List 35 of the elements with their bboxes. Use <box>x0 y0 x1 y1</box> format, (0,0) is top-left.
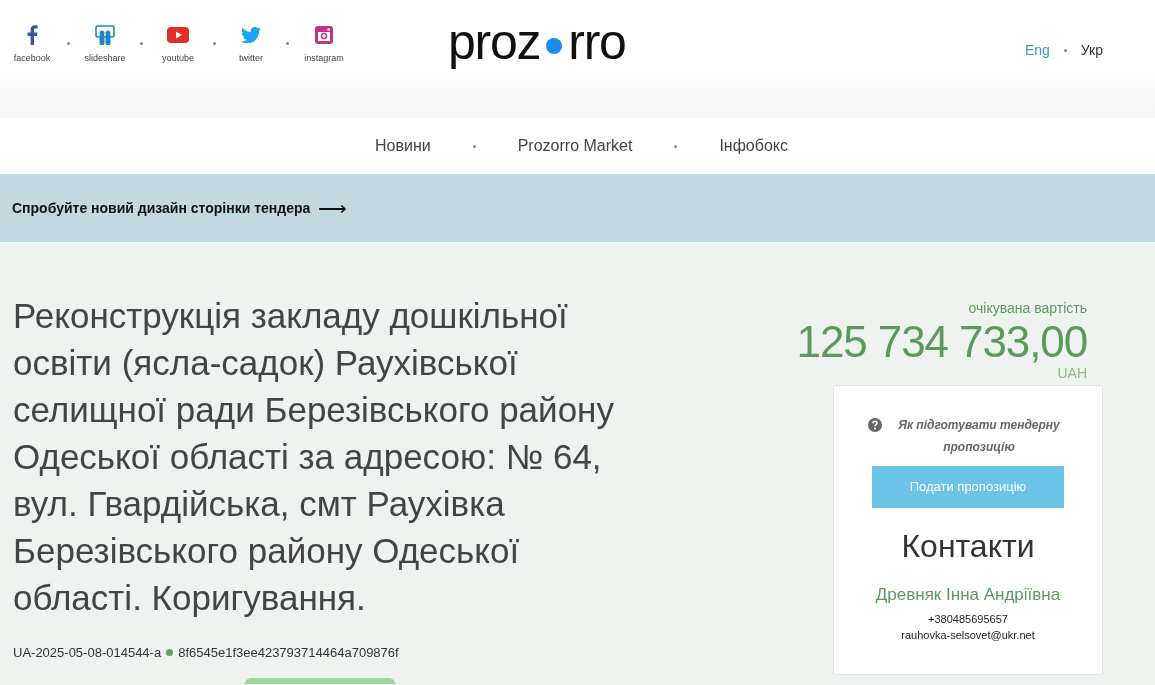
contact-name: Древняк Інна Андріївна <box>875 584 1061 606</box>
social-link[interactable]: twitter <box>225 24 277 66</box>
social-link[interactable]: instagram <box>298 24 350 66</box>
help-icon <box>868 418 882 432</box>
tender-title: Реконструкція закладу дошкільної освіти (ясла-садок) Раухівської селищної ради Березівського району Одеської області за адресою: № 64, вул. Гвардійська, смт Раухівка Березівського району Одеської області. Коригування. <box>13 295 615 619</box>
youtube-icon <box>167 27 189 43</box>
social-link[interactable]: slideshare <box>79 24 131 66</box>
contacts-heading: Контакти <box>901 527 1035 566</box>
social-link[interactable]: youtube <box>152 24 204 66</box>
nav-link[interactable]: Інфобокс <box>717 134 790 158</box>
tender-id: UA-2025-05-08-014544-a <box>13 644 162 662</box>
social-label: instagram <box>304 52 344 65</box>
instagram-icon <box>315 26 333 44</box>
contact-phone: +380485695657 <box>928 611 1008 627</box>
contact-email: rauhovka-selsovet@ukr.net <box>901 628 1035 643</box>
help-text: Як підготувати тендерну пропозицію <box>897 417 1061 456</box>
banner-link[interactable]: Спробуйте новий дизайн сторінки тендера ⟶ <box>12 193 348 223</box>
nav-link[interactable]: Prozorro Market <box>515 134 635 158</box>
twitter-icon <box>241 27 261 43</box>
social-label: facebook <box>13 52 51 65</box>
social-label: twitter <box>239 52 263 65</box>
language-link[interactable]: Укр <box>1080 40 1103 61</box>
value-label: очікувана вартість <box>968 299 1088 318</box>
action-button[interactable] <box>245 677 395 684</box>
social-link[interactable]: facebook <box>6 24 58 66</box>
value-amount: 125 734 733,00 <box>796 319 1088 365</box>
slideshare-icon <box>95 25 115 45</box>
currency: UAH <box>1057 365 1088 381</box>
nav-link[interactable]: Новини <box>373 134 433 158</box>
help-link[interactable]: Як підготувати тендерну пропозицію <box>868 414 1068 458</box>
facebook-icon <box>26 25 38 45</box>
tender-hash: 8f6545e1f3ee423793714464a709876f <box>178 644 399 662</box>
prozorro-logo[interactable]: proz rro <box>448 12 626 72</box>
social-label: youtube <box>162 52 194 65</box>
social-label: slideshare <box>84 52 126 65</box>
